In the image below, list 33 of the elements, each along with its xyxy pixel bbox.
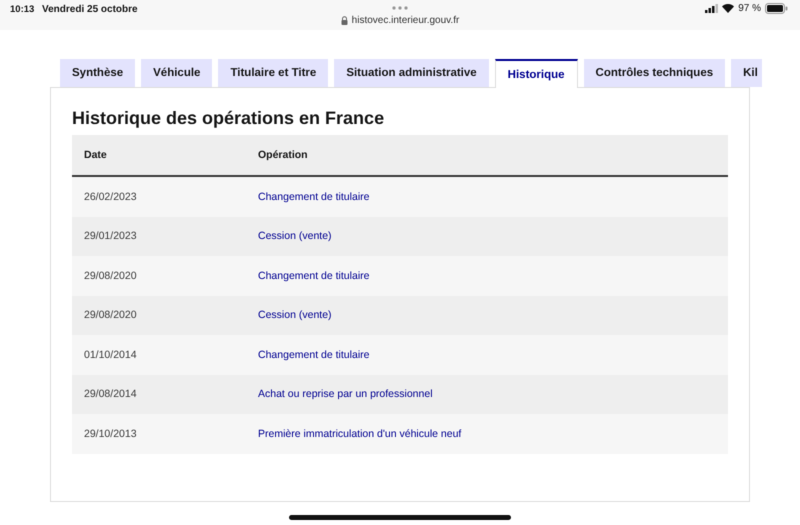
more-icon[interactable] bbox=[392, 6, 408, 10]
date-cell: 29/08/2020 bbox=[84, 309, 137, 322]
date-cell: 29/10/2013 bbox=[84, 428, 137, 440]
column-header: Opération bbox=[258, 149, 308, 161]
wifi-icon bbox=[722, 4, 734, 13]
operation-link[interactable]: Première immatriculation d'un véhicule neuf bbox=[258, 428, 462, 440]
date-cell: 26/02/2023 bbox=[84, 190, 137, 203]
operation-link[interactable]: Cession (vente) bbox=[258, 309, 332, 322]
date-cell: 29/01/2023 bbox=[84, 230, 137, 242]
operation-link[interactable]: Changement de titulaire bbox=[258, 270, 370, 282]
operation-link[interactable]: Achat ou reprise par un professionnel bbox=[258, 388, 433, 400]
tab[interactable]: Situation administrative bbox=[334, 59, 489, 87]
battery-percent: 97 % bbox=[738, 3, 761, 14]
date-cell: 29/08/2020 bbox=[84, 270, 137, 282]
operation-link[interactable]: Changement de titulaire bbox=[258, 348, 370, 361]
column-header: Date bbox=[84, 149, 107, 161]
operation-link[interactable]: Cession (vente) bbox=[258, 230, 332, 242]
date-cell: 29/08/2014 bbox=[84, 388, 137, 400]
battery-icon bbox=[765, 3, 788, 14]
lock-icon bbox=[340, 16, 348, 25]
operation-link[interactable]: Changement de titulaire bbox=[258, 190, 370, 203]
tab[interactable]: Historique bbox=[494, 59, 578, 88]
status-date: Vendredi 25 octobre bbox=[42, 4, 138, 15]
url-text[interactable]: histovec.interieur.gouv.fr bbox=[352, 15, 460, 26]
signal-icon bbox=[705, 4, 718, 13]
date-cell: 01/10/2014 bbox=[84, 348, 137, 361]
tab[interactable]: Titulaire et Titre bbox=[218, 59, 328, 87]
tab[interactable]: Véhicule bbox=[141, 59, 212, 87]
section-heading: Historique des opérations en France bbox=[72, 108, 386, 129]
tab[interactable]: Contrôles techniques bbox=[584, 59, 726, 87]
tab[interactable]: Synthèse bbox=[60, 59, 136, 87]
tab[interactable]: Kil bbox=[731, 59, 762, 87]
status-time: 10:13 bbox=[10, 4, 34, 15]
